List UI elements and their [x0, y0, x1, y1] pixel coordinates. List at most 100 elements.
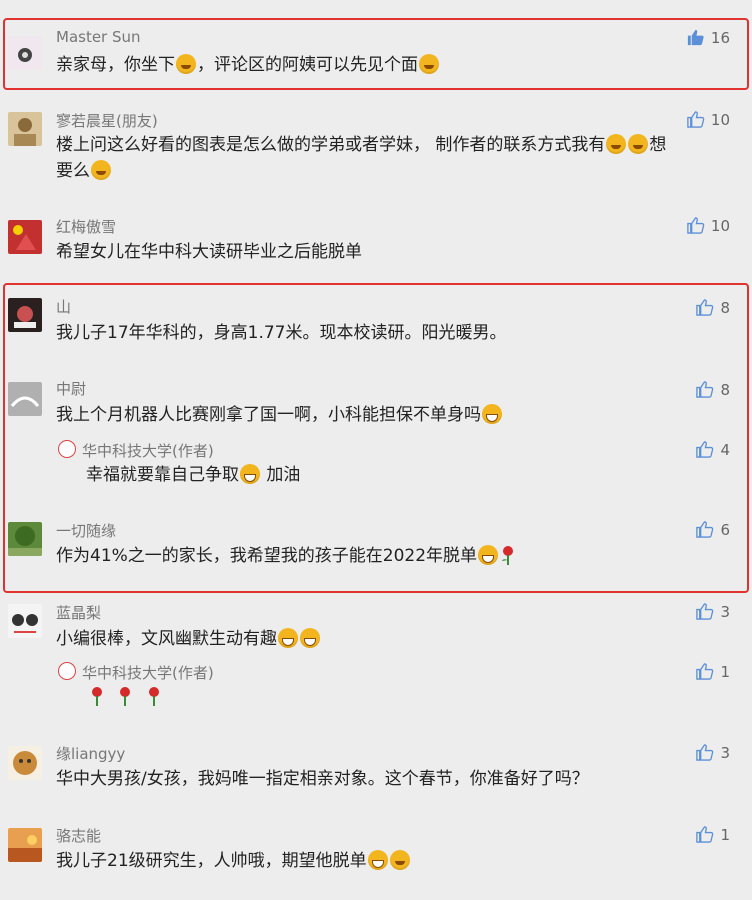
- laugh-emoji-icon: [176, 54, 196, 74]
- comment-text-part: 作为41%之一的家长，我希望我的孩子能在2022年脱单: [56, 546, 478, 566]
- thumbs-up-icon: [696, 441, 714, 458]
- comment-text: 作为41%之一的家长，我希望我的孩子能在2022年脱单: [56, 543, 517, 569]
- commenter-name[interactable]: 华中科技大学(作者): [58, 440, 214, 461]
- avatar[interactable]: [8, 828, 42, 862]
- comment-text-part: 亲家母，你坐下: [56, 55, 175, 75]
- like-count: 6: [720, 520, 730, 539]
- avatar[interactable]: [8, 112, 42, 146]
- commenter-name[interactable]: 蓝晶梨: [56, 602, 101, 623]
- like-count: 1: [720, 825, 730, 844]
- comment-text: 华中大男孩/女孩，我妈唯一指定相亲对象。这个春节，你准备好了吗？: [56, 769, 589, 789]
- commenter-name[interactable]: 中尉: [56, 378, 86, 399]
- reply-item: 华中科技大学(作者) 幸福就要靠自己争取 加油 4: [0, 432, 752, 512]
- avatar[interactable]: [8, 220, 42, 254]
- comment-text-part: 小编很棒，文风幽默生动有趣: [56, 629, 277, 649]
- author-name: 华中科技大学(作者): [82, 442, 214, 460]
- like-button[interactable]: 16: [686, 28, 730, 47]
- avatar[interactable]: [8, 298, 42, 332]
- thumbs-up-icon: [696, 663, 714, 680]
- avatar[interactable]: [8, 604, 42, 638]
- author-name: 华中科技大学(作者): [82, 664, 214, 682]
- comment-item: 山 我儿子17年华科的，身高1.77米。现本校读研。阳光暖男。 8: [0, 290, 752, 370]
- comment-text-part: 我儿子21级研究生，人帅哦，期望他脱单: [56, 851, 367, 871]
- comment-item: 寥若晨星(朋友) 楼上问这么好看的图表是怎么做的学弟或者学妹， 制作者的联系方式…: [0, 96, 752, 200]
- comment-text-part: 加油: [261, 465, 301, 485]
- comment-text-part: ，评论区的阿姨可以先见个面: [197, 55, 418, 75]
- comment-text: [88, 684, 163, 710]
- rose-icon: [117, 686, 133, 706]
- thumbs-up-icon: [687, 217, 705, 234]
- laugh-emoji-icon: [91, 160, 111, 180]
- like-count: 4: [720, 440, 730, 459]
- commenter-name[interactable]: 山: [56, 296, 71, 317]
- grin-emoji-icon: [628, 134, 649, 154]
- comment-item: 一切随缘 作为41%之一的家长，我希望我的孩子能在2022年脱单 6: [0, 512, 752, 592]
- thumbs-up-icon: [696, 381, 714, 398]
- commenter-name[interactable]: 一切随缘: [56, 520, 116, 541]
- like-button[interactable]: 8: [695, 298, 730, 317]
- avatar[interactable]: [8, 36, 42, 70]
- avatar[interactable]: [8, 382, 42, 416]
- like-button[interactable]: 1: [695, 825, 730, 844]
- grin-emoji-icon: [300, 628, 320, 648]
- thumbs-up-icon: [696, 521, 714, 538]
- comment-text-part: 想: [649, 135, 667, 155]
- thumbs-up-icon: [687, 111, 705, 128]
- avatar[interactable]: [8, 522, 42, 556]
- grin-emoji-icon: [606, 134, 627, 154]
- thinking-emoji-icon: [389, 850, 410, 870]
- author-badge-icon: [58, 440, 76, 458]
- like-button[interactable]: 3: [695, 743, 730, 762]
- comment-item: 中尉 我上个月机器人比赛刚拿了国一啊，小科能担保不单身吗 8: [0, 372, 752, 432]
- comment-text: 小编很棒，文风幽默生动有趣: [56, 626, 321, 652]
- comment-text-part: 幸福就要靠自己争取: [86, 465, 239, 485]
- grin-emoji-icon: [240, 464, 260, 484]
- laugh-emoji-icon: [419, 54, 439, 74]
- comment-text: 亲家母，你坐下 ，评论区的阿姨可以先见个面: [56, 52, 440, 78]
- commenter-name[interactable]: 缘liangyy: [56, 743, 125, 764]
- comment-text: 我上个月机器人比赛刚拿了国一啊，小科能担保不单身吗: [56, 402, 503, 428]
- comment-item: 骆志能 我儿子21级研究生，人帅哦，期望他脱单 1: [0, 816, 752, 900]
- comment-item: 缘liangyy 华中大男孩/女孩，我妈唯一指定相亲对象。这个春节，你准备好了吗…: [0, 734, 752, 816]
- like-button[interactable]: 1: [695, 662, 730, 681]
- grin-emoji-icon: [278, 628, 298, 648]
- commenter-name[interactable]: 红梅傲雪: [56, 216, 116, 237]
- comment-text: 希望女儿在华中科大读研毕业之后能脱单: [56, 242, 362, 262]
- avatar[interactable]: [8, 746, 42, 780]
- like-count: 8: [720, 380, 730, 399]
- like-button[interactable]: 6: [695, 520, 730, 539]
- like-button[interactable]: 3: [695, 602, 730, 621]
- thumbs-up-icon: [696, 826, 714, 843]
- commenter-name[interactable]: Master Sun: [56, 28, 141, 46]
- grin-emoji-icon: [478, 545, 499, 565]
- commenter-name[interactable]: 骆志能: [56, 825, 101, 846]
- like-count: 3: [720, 602, 730, 621]
- comment-item: 蓝晶梨 小编很棒，文风幽默生动有趣 3: [0, 594, 752, 656]
- comment-text: 楼上问这么好看的图表是怎么做的学弟或者学妹， 制作者的联系方式我有 想: [56, 132, 666, 158]
- grin-emoji-icon: [482, 404, 502, 424]
- commenter-name[interactable]: 华中科技大学(作者): [58, 662, 214, 683]
- like-button[interactable]: 8: [695, 380, 730, 399]
- like-count: 10: [710, 216, 730, 235]
- like-button[interactable]: 10: [686, 110, 730, 129]
- comment-item: Master Sun 亲家母，你坐下 ，评论区的阿姨可以先见个面 16: [0, 0, 752, 96]
- comment-text-part: 楼上问这么好看的图表是怎么做的学弟或者学妹， 制作者的联系方式我有: [56, 135, 606, 155]
- comment-text: 要么: [56, 158, 112, 184]
- thumbs-up-icon: [687, 29, 704, 46]
- like-count: 8: [720, 298, 730, 317]
- like-count: 1: [720, 662, 730, 681]
- comment-text: 我儿子21级研究生，人帅哦，期望他脱单: [56, 848, 411, 874]
- comment-item: 红梅傲雪 希望女儿在华中科大读研毕业之后能脱单 10: [0, 200, 752, 282]
- comment-text: 幸福就要靠自己争取 加油: [86, 462, 300, 488]
- rose-icon: [89, 686, 105, 706]
- reply-item: 华中科技大学(作者) 1: [0, 656, 752, 736]
- comment-text: 我儿子17年华科的，身高1.77米。现本校读研。阳光暖男。: [56, 323, 507, 343]
- thumbs-up-icon: [696, 744, 714, 761]
- commenter-name[interactable]: 寥若晨星(朋友): [56, 110, 158, 131]
- like-button[interactable]: 10: [686, 216, 730, 235]
- comment-text-part: 我上个月机器人比赛刚拿了国一啊，小科能担保不单身吗: [56, 405, 481, 425]
- comment-text-part: 要么: [56, 161, 90, 181]
- rose-icon: [500, 545, 516, 565]
- like-button[interactable]: 4: [695, 440, 730, 459]
- author-badge-icon: [58, 662, 76, 680]
